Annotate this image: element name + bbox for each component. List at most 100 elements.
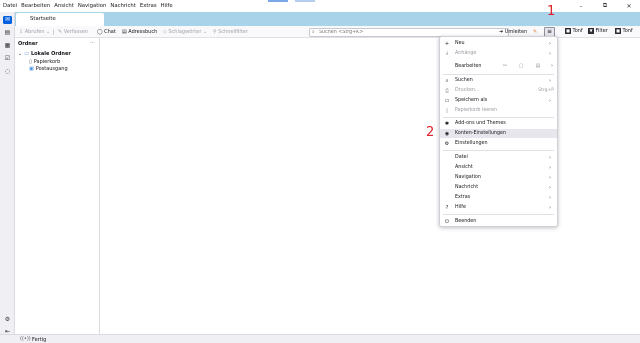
schlagwoerter-button[interactable]: ◇ Schlagwörter ⌄ (163, 29, 207, 35)
app-menu-drucken[interactable]: ⎙ Drucken... Strg+P (440, 86, 557, 95)
chevron-right-icon: › (549, 204, 551, 211)
app-menu-papierkorb-leeren[interactable]: ▯ Papierkorb leeren (440, 106, 557, 115)
folder-pane-more-button[interactable]: ⋯ (90, 40, 95, 46)
menu-separator (443, 150, 554, 151)
app-menu-einstellungen[interactable]: ⚙ Einstellungen (440, 139, 557, 148)
adressbuch-button[interactable]: ▤ Adressbuch (122, 29, 157, 35)
status-bar: ((•)) Fertig (0, 334, 640, 343)
menu-nachricht[interactable]: Nachricht (110, 3, 135, 9)
app-menu-ansicht[interactable]: Ansicht › (440, 163, 557, 172)
gear-icon: ⚙ (4, 316, 11, 323)
chevron-right-icon: › (549, 174, 551, 181)
menu-ansicht[interactable]: Ansicht (54, 3, 74, 9)
abrufen-button[interactable]: ⇩ Abrufen ⌄ (19, 29, 50, 35)
space-tasks-button[interactable]: ☑ (3, 55, 12, 63)
app-menu-beenden[interactable]: ⏻ Beenden (440, 217, 557, 226)
space-calendar-button[interactable]: ▦ (3, 42, 12, 50)
chevron-down-icon: ⌄ (46, 29, 51, 35)
trash-icon: ▯ (445, 107, 449, 114)
print-shortcut: Strg+P (538, 88, 554, 93)
space-mail-button[interactable]: ✉ (3, 16, 12, 24)
plus-icon: + (444, 40, 450, 47)
tag-icon: ◇ (163, 29, 167, 35)
app-menu-addons[interactable]: ✱ Add-ons und Themes (440, 119, 557, 128)
chevron-right-icon: › (549, 50, 551, 57)
app-menu-nachricht[interactable]: Nachricht › (440, 183, 557, 192)
chat-icon: ◌ (4, 68, 11, 75)
chevron-right-icon: › (549, 184, 551, 191)
schnellfilter-button[interactable]: ⚲ Schnellfilter (213, 29, 248, 35)
menu-separator (443, 117, 554, 118)
tab-startseite[interactable]: Startseite (16, 13, 104, 26)
app-menu-datei[interactable]: Datei › (440, 153, 557, 162)
menu-extras[interactable]: Extras (140, 3, 157, 9)
account-settings-icon: ◉ (444, 130, 450, 137)
save-icon: ▭ (444, 97, 450, 104)
quick-button-tonf-2[interactable]: ■ Tonf (615, 28, 633, 34)
menu-navigation[interactable]: Navigation (78, 3, 107, 9)
space-addressbook-button[interactable]: ▤ (3, 29, 12, 37)
app-menu-speichern[interactable]: ▭ Speichern als › (440, 96, 557, 105)
chevron-right-icon: › (549, 154, 551, 161)
chevron-right-icon: › (549, 40, 551, 47)
app-menu-navigation[interactable]: Navigation › (440, 173, 557, 182)
app-menu-hilfe[interactable]: ? Hilfe › (440, 203, 557, 212)
title-accent (268, 0, 288, 2)
app-menu-bearbeiten-label: Bearbeiten (455, 64, 482, 69)
title-accent-secondary (295, 0, 315, 2)
space-settings-button[interactable]: ⚙ (3, 316, 12, 324)
chevron-down-icon: ⌄ (202, 29, 208, 35)
download-icon: ⇩ (19, 29, 24, 35)
folder-icon: ▭ (24, 51, 29, 57)
title-bar: Datei Bearbeiten Ansicht Navigation Nach… (0, 0, 640, 12)
square-icon: ■ (615, 28, 621, 34)
filter-icon: ⚲ (213, 29, 217, 35)
folder-postausgang[interactable]: ▣ Postausgang (29, 66, 68, 72)
mail-icon: ✉ (4, 16, 11, 23)
cut-icon[interactable]: ✂ (501, 63, 509, 69)
quick-button-tonf-1[interactable]: ■ Tonf (565, 28, 583, 34)
minimize-button[interactable]: – (576, 3, 586, 10)
quick-button-filter[interactable]: ▼ Filter (588, 28, 608, 34)
folder-pane: Ordner ⋯ ⌄ ▭ Lokale Ordner ▯ Papierkorb … (15, 38, 100, 334)
annotation-step-2: 2 (426, 125, 435, 140)
chevron-right-icon[interactable]: › (548, 63, 556, 69)
folder-lokale-ordner[interactable]: ⌄ ▭ Lokale Ordner (18, 51, 71, 57)
copy-icon[interactable]: ▢ (517, 63, 525, 69)
restore-button[interactable]: ⧉ (600, 2, 610, 10)
chevron-right-icon: › (549, 97, 551, 104)
search-input[interactable] (319, 28, 504, 36)
chevron-right-icon: › (549, 164, 551, 171)
app-menu-neu[interactable]: + Neu › (440, 39, 557, 48)
addressbook-icon: ▤ (4, 29, 11, 36)
addressbook-icon: ▤ (122, 29, 127, 35)
tab-label: Startseite (30, 16, 56, 22)
close-button[interactable]: ✕ (624, 3, 634, 10)
app-menu-extras[interactable]: Extras › (440, 193, 557, 202)
chat-bubble-icon: ◯ (97, 29, 103, 35)
folder-papierkorb[interactable]: ▯ Papierkorb (29, 59, 60, 65)
app-menu-anhaenge[interactable]: ∂ Anhänge › (440, 49, 557, 58)
search-icon: ⌕ (312, 29, 315, 35)
chevron-right-icon: › (549, 194, 551, 201)
menu-datei[interactable]: Datei (3, 3, 17, 9)
puzzle-icon: ✱ (444, 120, 450, 127)
tasks-icon: ☑ (4, 55, 11, 62)
gear-icon: ⚙ (444, 140, 450, 147)
app-menu-panel: + Neu › ∂ Anhänge › Bearbeiten ✂ ▢ ▤ › ⌕… (439, 36, 558, 227)
extension-button[interactable]: ✎ (533, 29, 537, 35)
chevron-down-icon[interactable]: ⌄ (18, 51, 22, 57)
app-menu-konten-einstellungen[interactable]: ◉ Konten-Einstellungen (440, 129, 557, 138)
menu-hilfe[interactable]: Hilfe (161, 3, 173, 9)
chat-button[interactable]: ◯ Chat (97, 29, 116, 35)
space-chat-button[interactable]: ◌ (3, 68, 12, 76)
menu-separator (443, 74, 554, 75)
filter-square-icon: ▼ (588, 28, 594, 34)
menu-bearbeiten[interactable]: Bearbeiten (21, 3, 50, 9)
umleiten-button[interactable]: ➜ Umleiten (499, 29, 527, 35)
app-menu-suchen[interactable]: ⌕ Suchen › (440, 76, 557, 85)
paste-icon[interactable]: ▤ (534, 63, 542, 69)
message-pane (100, 38, 640, 334)
verfassen-button[interactable]: ✎ Verfassen (58, 29, 88, 35)
hamburger-icon: ≡ (546, 28, 553, 35)
